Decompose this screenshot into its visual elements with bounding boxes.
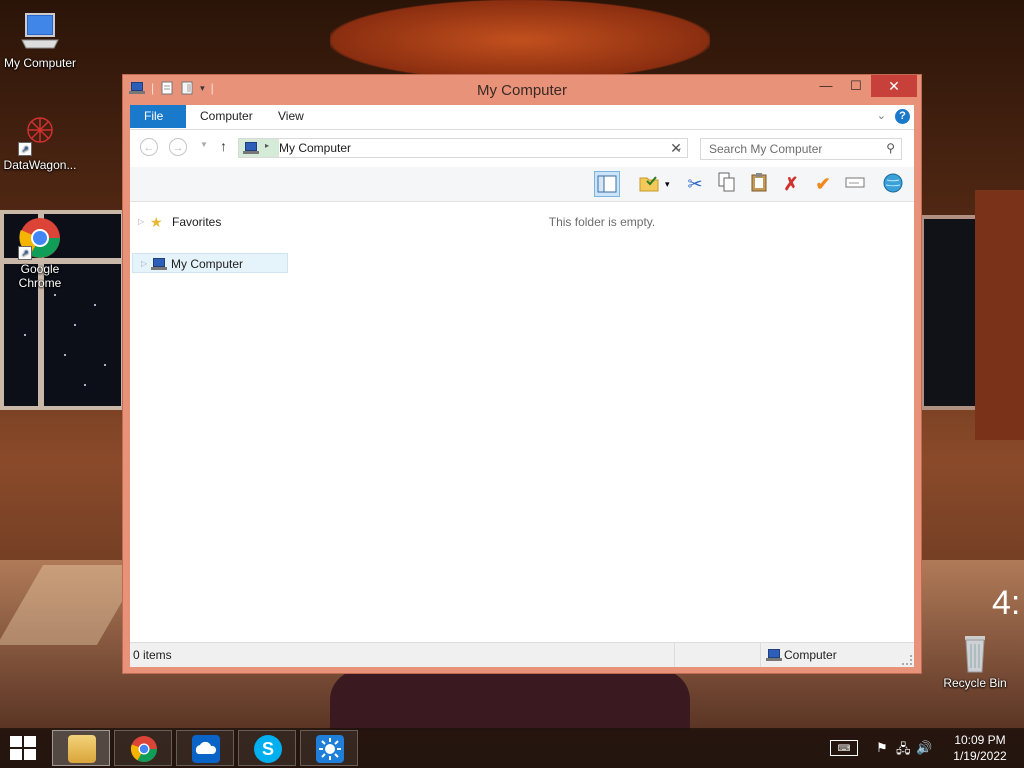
wallpaper-figure xyxy=(330,670,690,730)
wallpaper-hair xyxy=(330,0,710,80)
desktop-icon-datawagon[interactable]: ↗ DataWagon... xyxy=(0,112,80,172)
file-explorer-icon xyxy=(68,735,96,763)
paste-button[interactable] xyxy=(746,171,772,197)
search-placeholder: Search My Computer xyxy=(709,142,823,156)
taskbar-clock[interactable]: 10:09 PM 1/19/2022 xyxy=(948,732,1012,764)
desktop-icon-my-computer[interactable]: My Computer xyxy=(0,10,80,70)
delete-button[interactable]: ✗ xyxy=(778,171,804,197)
taskbar-app-skype[interactable]: S xyxy=(238,730,296,766)
onedrive-icon xyxy=(192,735,220,763)
navigation-bar: ← → ▼ ↑ ▸ My Computer ⌄ ✕ Search My Comp… xyxy=(130,130,914,164)
shortcut-arrow-icon: ↗ xyxy=(18,142,32,156)
nav-item-my-computer[interactable]: ▷ My Computer xyxy=(132,253,288,273)
refresh-close-icon[interactable]: ✕ xyxy=(666,138,686,158)
recycle-bin-icon xyxy=(953,630,997,674)
star-icon: ★ xyxy=(150,214,163,230)
status-zone: Computer xyxy=(766,648,837,662)
search-box[interactable]: Search My Computer ⚲ xyxy=(700,138,902,160)
status-bar: 0 items Computer xyxy=(130,642,914,667)
rename-button[interactable] xyxy=(842,171,868,197)
chrome-icon xyxy=(130,736,157,762)
wallpaper-curtain xyxy=(975,190,1024,440)
clock-date: 1/19/2022 xyxy=(953,749,1007,763)
forward-button[interactable]: → xyxy=(169,138,187,156)
address-bar[interactable]: ▸ My Computer ⌄ xyxy=(238,138,688,158)
search-icon[interactable]: ⚲ xyxy=(886,141,895,155)
back-button[interactable]: ← xyxy=(140,138,158,156)
action-center-flag-icon[interactable]: ⚑ xyxy=(876,740,888,756)
empty-folder-message: This folder is empty. xyxy=(548,215,656,229)
window-title: My Computer xyxy=(476,82,568,99)
properties-folder-button[interactable] xyxy=(636,171,662,197)
help-icon[interactable]: ? xyxy=(895,109,910,124)
datawagon-icon: ↗ xyxy=(18,112,62,156)
computer-icon xyxy=(243,142,259,154)
title-bar[interactable]: | ▾ | My Computer — ☐ ✕ xyxy=(123,75,921,105)
clock-time: 10:09 PM xyxy=(954,733,1006,747)
address-root-crumb[interactable]: ▸ xyxy=(239,139,279,157)
computer-icon xyxy=(18,10,62,54)
tab-computer[interactable]: Computer xyxy=(186,105,267,128)
navigation-pane: ▷ ★ Favorites ▷ My Computer xyxy=(130,202,290,642)
preview-pane-button[interactable] xyxy=(594,171,620,197)
start-button[interactable] xyxy=(10,736,38,762)
explorer-body: File Computer View ⌄ ? ← → ▼ ↑ ▸ My Comp… xyxy=(130,105,914,667)
folder-options-dropdown-icon[interactable]: ▾ xyxy=(665,179,670,190)
address-path[interactable]: My Computer xyxy=(279,141,351,155)
desktop-icon-google-chrome[interactable]: ↗ Google Chrome xyxy=(0,216,80,290)
computer-icon xyxy=(151,258,167,270)
tab-file[interactable]: File xyxy=(130,105,186,128)
tab-view[interactable]: View xyxy=(264,105,318,128)
command-toolbar: ▾ ✂ ✗ ✔ xyxy=(130,167,914,202)
taskbar-app-weather[interactable] xyxy=(300,730,358,766)
nav-item-label: My Computer xyxy=(171,257,244,271)
cut-button[interactable]: ✂ xyxy=(682,171,708,197)
explorer-window: | ▾ | My Computer — ☐ ✕ File Computer Vi… xyxy=(122,74,922,674)
network-globe-button[interactable] xyxy=(880,171,906,197)
nav-item-favorites[interactable]: ▷ ★ Favorites xyxy=(130,212,286,232)
check-button[interactable]: ✔ xyxy=(810,171,836,197)
weather-sun-icon xyxy=(316,735,344,763)
breadcrumb-separator-icon[interactable]: ▸ xyxy=(265,141,269,150)
taskbar-app-onedrive[interactable] xyxy=(176,730,234,766)
desktop-icon-label: DataWagon... xyxy=(3,158,77,172)
desktop-icon-label: Google Chrome xyxy=(18,262,62,290)
recent-locations-icon[interactable]: ▼ xyxy=(200,140,208,149)
expand-arrow-icon[interactable]: ▷ xyxy=(138,212,144,232)
taskbar: S ⌨ ⚑ 🖧 🔊 10:09 PM 1/19/2022 xyxy=(0,728,1024,768)
resize-grip[interactable] xyxy=(902,655,912,665)
nav-item-label: Favorites xyxy=(172,215,222,229)
volume-icon[interactable]: 🔊 xyxy=(916,740,932,756)
expand-arrow-icon[interactable]: ▷ xyxy=(141,254,147,274)
maximize-button[interactable]: ☐ xyxy=(841,75,871,97)
window-controls: — ☐ ✕ xyxy=(811,75,917,97)
shortcut-arrow-icon: ↗ xyxy=(18,246,32,260)
taskbar-app-google-chrome[interactable] xyxy=(114,730,172,766)
desktop-icon-recycle-bin[interactable]: Recycle Bin xyxy=(935,630,1015,690)
minimize-button[interactable]: — xyxy=(811,75,841,97)
desktop-icon-label: My Computer xyxy=(3,56,77,70)
up-button[interactable]: ↑ xyxy=(220,138,227,154)
wallpaper-window-right xyxy=(920,215,980,410)
system-tray: ⌨ ⚑ 🖧 🔊 10:09 PM 1/19/2022 xyxy=(816,728,1016,768)
skype-icon: S xyxy=(254,735,282,763)
desktop-icon-label: Recycle Bin xyxy=(943,676,1007,690)
item-count: 0 items xyxy=(133,648,172,662)
status-zone-label: Computer xyxy=(784,648,837,662)
network-icon[interactable]: 🖧 xyxy=(896,740,911,762)
expand-ribbon-icon[interactable]: ⌄ xyxy=(877,109,886,122)
computer-icon xyxy=(766,649,782,661)
touch-keyboard-icon[interactable]: ⌨ xyxy=(830,740,858,756)
copy-button[interactable] xyxy=(714,171,740,197)
file-list-area[interactable]: This folder is empty. ☷ ▣ xyxy=(290,202,914,658)
taskbar-app-file-explorer[interactable] xyxy=(52,730,110,766)
chrome-icon: ↗ xyxy=(18,216,62,260)
close-button[interactable]: ✕ xyxy=(871,75,917,97)
desktop-overlay-clock: 4: xyxy=(992,584,1021,622)
ribbon-tabs: File Computer View ⌄ ? xyxy=(130,105,914,130)
